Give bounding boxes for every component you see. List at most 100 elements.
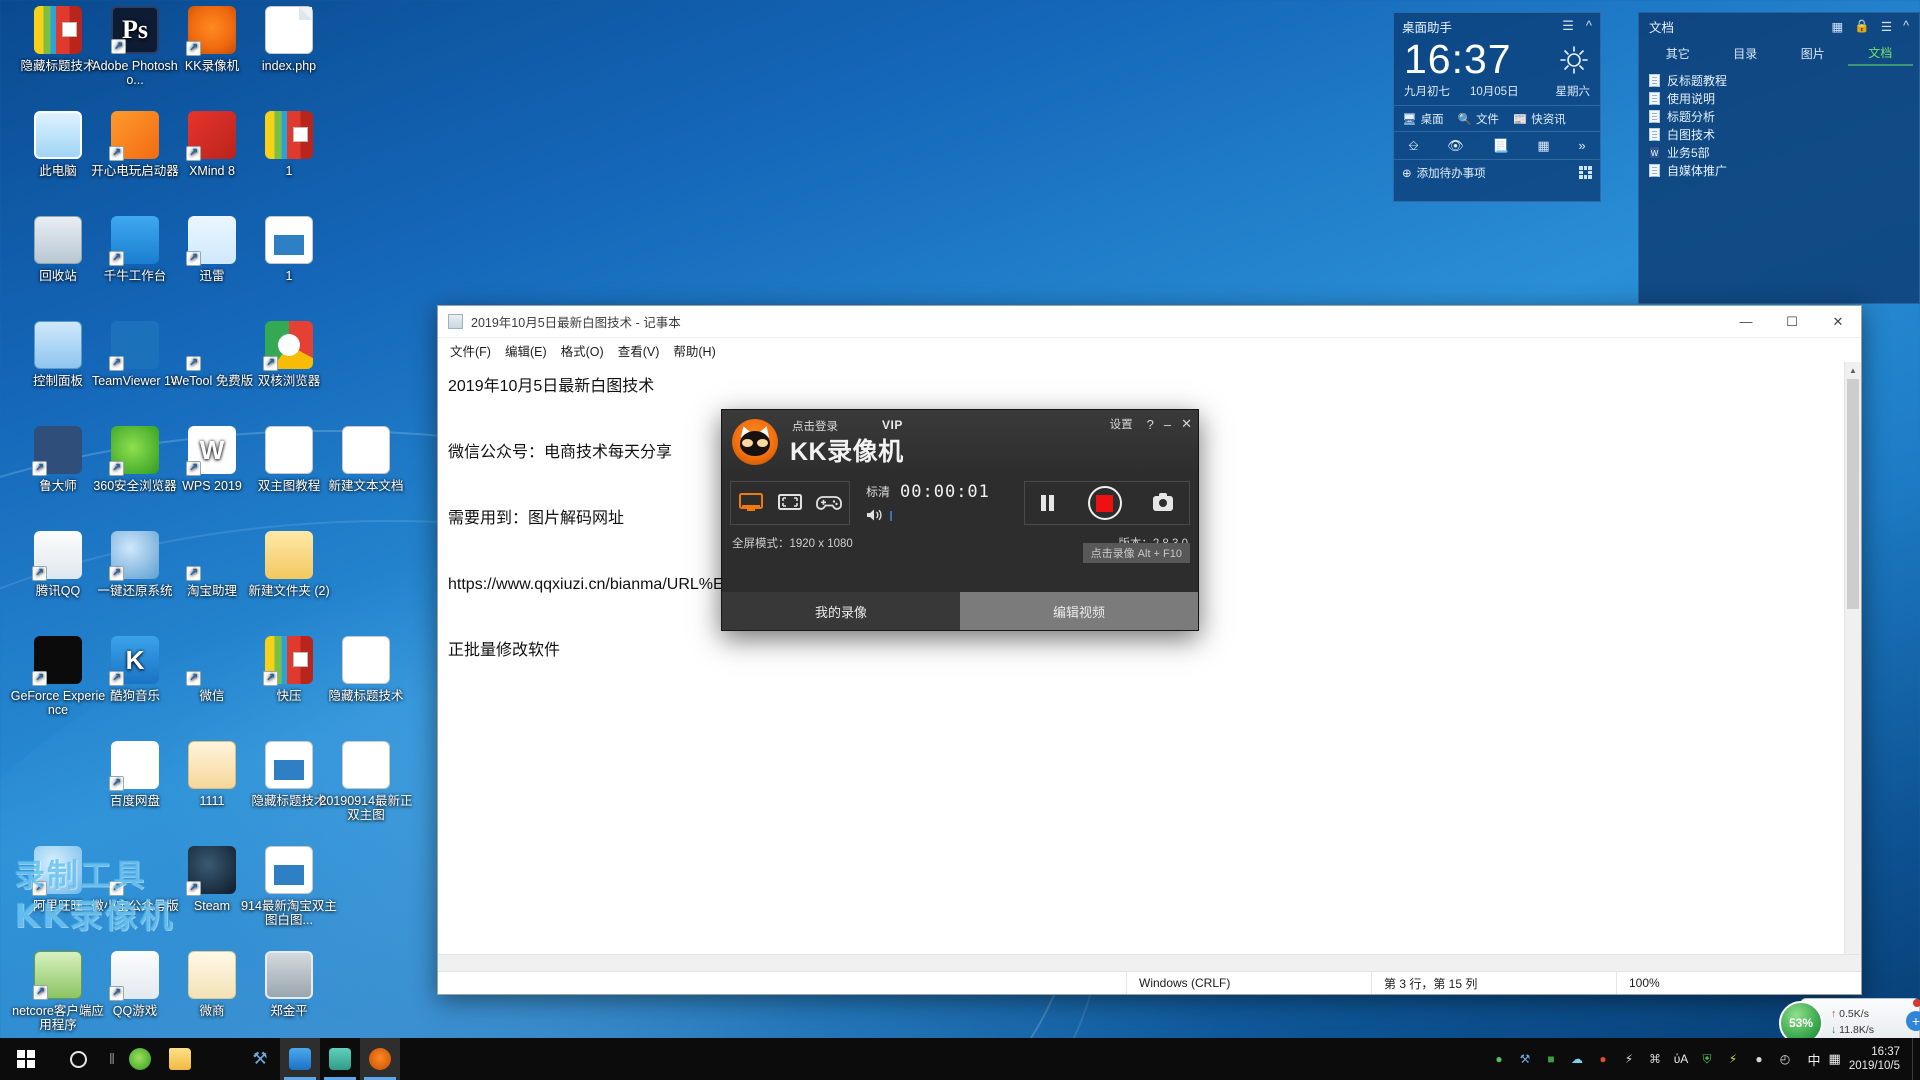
minimize-icon[interactable]: –: [1164, 417, 1171, 432]
kk-settings-button[interactable]: 设置: [1110, 416, 1133, 432]
tab-other[interactable]: 其它: [1645, 42, 1711, 65]
eye-icon[interactable]: 👁: [1447, 138, 1464, 154]
taskbar-app-button[interactable]: [360, 1038, 400, 1080]
region-mode-icon[interactable]: [777, 492, 803, 514]
qq-tray-icon[interactable]: ●: [1751, 1051, 1768, 1068]
close-button[interactable]: ✕: [1815, 306, 1861, 338]
tab-catalog[interactable]: 目录: [1713, 42, 1779, 65]
tab-edit-video[interactable]: 编辑视频: [960, 592, 1198, 630]
pause-button[interactable]: [1040, 495, 1057, 511]
browser-icon: [263, 321, 313, 371]
notepad-title-bar[interactable]: 2019年10月5日最新白图技术 - 记事本 — ☐ ✕: [438, 306, 1861, 338]
network-tray-icon[interactable]: ◴: [1777, 1051, 1794, 1068]
question-icon[interactable]: ?: [1147, 417, 1154, 432]
document-list-item[interactable]: 自媒体推广: [1649, 161, 1919, 179]
kk-recorder-window[interactable]: 点击登录 VIP KK录像机 设置 ? – ✕ 标清 00:00:01 点击录像…: [721, 409, 1199, 631]
assistant-quick-files[interactable]: 🔍 文件: [1458, 111, 1499, 127]
desktop-icon[interactable]: 新建文件夹 (2): [239, 531, 339, 598]
kk-quality-label[interactable]: 标清: [866, 483, 890, 500]
desktop-icon[interactable]: 郑金平: [239, 951, 339, 1018]
tab-documents[interactable]: 文档: [1847, 41, 1913, 66]
taskbar-app-button[interactable]: [320, 1038, 360, 1080]
scroll-thumb[interactable]: [1847, 379, 1859, 609]
screenshot-icon[interactable]: ⎒: [1408, 138, 1418, 154]
cortana-circle-icon[interactable]: [52, 1038, 104, 1080]
chevron-up-icon[interactable]: ^: [1586, 18, 1592, 34]
task-view-icon[interactable]: ‖: [104, 1051, 120, 1068]
speaker-icon[interactable]: [866, 508, 884, 525]
taskbar-app-button[interactable]: [200, 1038, 240, 1080]
menu-file[interactable]: 文件(F): [450, 341, 491, 360]
volume-level-bar[interactable]: [890, 511, 1016, 521]
minimize-button[interactable]: —: [1723, 306, 1769, 338]
shield-tray-icon[interactable]: ⛨: [1699, 1051, 1716, 1068]
qr-code-icon[interactable]: [1579, 166, 1592, 179]
more-chevrons-icon[interactable]: »: [1578, 138, 1585, 153]
desktop-icon[interactable]: 914最新淘宝双主图白图...: [239, 846, 339, 927]
wechat-tray-icon[interactable]: ●: [1491, 1051, 1508, 1068]
assistant-quick-news[interactable]: 📰 快资讯: [1513, 111, 1566, 127]
lock-icon[interactable]: 🔒: [1854, 19, 1870, 34]
taskbar-app-button[interactable]: [120, 1038, 160, 1080]
network-rates: ↑ 0.5K/s ↓ 11.8K/s: [1831, 1006, 1874, 1038]
desktop-icon[interactable]: index.php: [239, 6, 339, 73]
menu-format[interactable]: 格式(O): [561, 341, 604, 360]
green-app-tray-icon[interactable]: ■: [1543, 1051, 1560, 1068]
document-list-item[interactable]: 白图技术: [1649, 125, 1919, 143]
document-list-item[interactable]: 反标题教程: [1649, 71, 1919, 89]
hamburger-icon[interactable]: ☰: [1562, 18, 1574, 34]
record-button[interactable]: [1087, 486, 1122, 520]
notepad-horizontal-scrollbar[interactable]: [438, 954, 1861, 971]
volume-tray-icon[interactable]: ὐA: [1673, 1051, 1690, 1068]
gamepad-mode-icon[interactable]: [816, 492, 843, 514]
monitor-mode-icon[interactable]: [738, 492, 764, 514]
taskbar-app-button[interactable]: [160, 1038, 200, 1080]
down-arrow-icon: ↓: [1831, 1024, 1837, 1036]
desktop-icon[interactable]: 1: [239, 111, 339, 178]
cloud-tray-icon[interactable]: ☁: [1569, 1051, 1586, 1068]
add-todo-button[interactable]: ⊕ 添加待办事项: [1402, 165, 1579, 181]
hamburger-icon[interactable]: ☰: [1881, 19, 1892, 34]
document-list-item[interactable]: 业务5部: [1649, 143, 1919, 161]
assistant-quick-desktop[interactable]: 🖥 桌面: [1402, 111, 1444, 127]
desktop-icon[interactable]: 双核浏览器: [239, 321, 339, 388]
taskbar-app-button[interactable]: [280, 1038, 320, 1080]
menu-help[interactable]: 帮助(H): [673, 341, 715, 360]
close-icon[interactable]: ✕: [1181, 416, 1192, 432]
desktop-icon[interactable]: 新建文本文档: [316, 426, 416, 493]
usb-tray-icon[interactable]: ⚡: [1621, 1051, 1638, 1068]
kk-tray-icon[interactable]: ●: [1595, 1051, 1612, 1068]
calculator-icon[interactable]: ▦: [1537, 138, 1549, 154]
desktop-icon[interactable]: 隐藏标题技术: [316, 636, 416, 703]
thunder-tray-icon[interactable]: ⚡: [1725, 1051, 1742, 1068]
taskbar-app-button[interactable]: ⚒: [240, 1038, 280, 1080]
taskbar-clock[interactable]: 16:37 2019/10/5: [1845, 1045, 1912, 1073]
notepad-vertical-scrollbar[interactable]: ▲: [1844, 362, 1861, 954]
document-list-item[interactable]: 使用说明: [1649, 89, 1919, 107]
desktop-icon[interactable]: 1: [239, 216, 339, 283]
kk-vip-badge[interactable]: VIP: [882, 418, 903, 432]
grid-view-icon[interactable]: ▦: [1832, 19, 1844, 34]
taskbar[interactable]: ‖ ⚒ ● ⚒ ■ ☁ ● ⚡ ⌘ ὐA ⛨ ⚡ ● ◴ 中 ▦ 16:37 2019/10/5: [0, 1038, 1920, 1080]
windows-start-icon[interactable]: [0, 1038, 52, 1080]
assistant-todo-row[interactable]: ⊕ 添加待办事项: [1394, 159, 1600, 185]
camera-button[interactable]: [1153, 492, 1174, 511]
maximize-button[interactable]: ☐: [1769, 306, 1815, 338]
document-list-item[interactable]: 标题分析: [1649, 107, 1919, 125]
plus-icon[interactable]: +: [1906, 1011, 1920, 1031]
scroll-up-arrow[interactable]: ▲: [1845, 362, 1861, 379]
desktop-icon[interactable]: 20190914最新正双主图: [316, 741, 416, 822]
wrench-tray-icon[interactable]: ⚒: [1517, 1051, 1534, 1068]
tab-images[interactable]: 图片: [1780, 42, 1846, 65]
mouse-tray-icon[interactable]: ⌘: [1647, 1051, 1664, 1068]
ime-indicator[interactable]: 中: [1804, 1050, 1825, 1069]
desktop-assistant-widget[interactable]: 桌面助手 ☰ ^ 16:37 九月初七 10月05日 星期六 🖥 桌面 🔍 文件…: [1393, 12, 1601, 202]
ime-grid-icon[interactable]: ▦: [1825, 1051, 1845, 1067]
menu-view[interactable]: 查看(V): [618, 341, 660, 360]
note-icon[interactable]: 📃: [1493, 138, 1509, 154]
documents-panel[interactable]: 文档 ▦ 🔒 ☰ ^ 其它 目录 图片 文档 反标题教程 使用说明 标题分析 白图技术…: [1638, 12, 1920, 304]
tab-my-recordings[interactable]: 我的录像: [722, 592, 960, 630]
menu-edit[interactable]: 编辑(E): [505, 341, 547, 360]
chevron-up-icon[interactable]: ^: [1903, 19, 1909, 34]
show-desktop-button[interactable]: [1912, 1038, 1920, 1080]
